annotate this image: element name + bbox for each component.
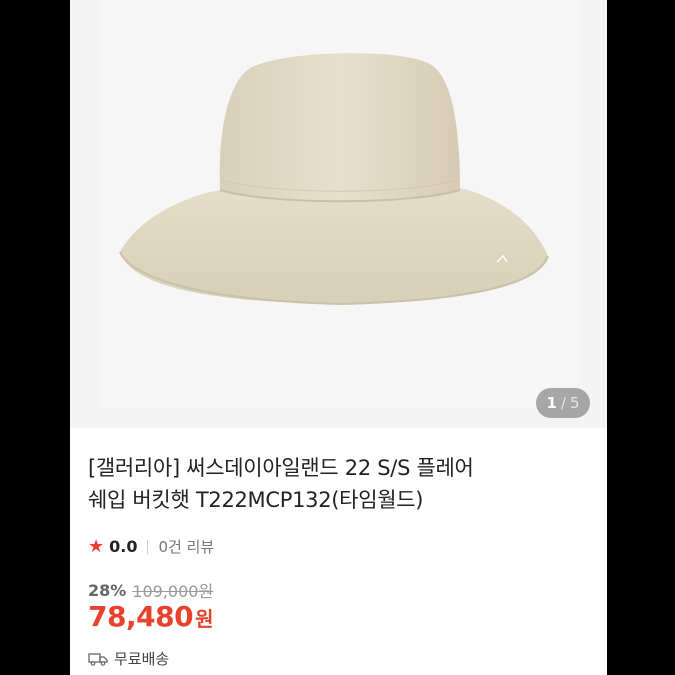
price-currency: 원 bbox=[195, 607, 214, 631]
product-image-carousel[interactable]: 1 / 5 bbox=[70, 0, 607, 428]
bucket-hat-image bbox=[119, 53, 549, 306]
rating-divider bbox=[147, 539, 149, 554]
image-page-counter: 1 / 5 bbox=[536, 388, 590, 418]
product-title-line2: 쉐입 버킷햇 T222MCP132(타임월드) bbox=[88, 488, 424, 512]
sale-price-row: 78,480 원 bbox=[88, 600, 213, 633]
star-icon: ★ bbox=[88, 536, 105, 557]
product-title-line1: [갤러리아] 써스데이아일랜드 22 S/S 플레어 bbox=[88, 456, 474, 480]
discount-row: 28% 109,000원 bbox=[88, 578, 213, 602]
review-count-link[interactable]: 0건 리뷰 bbox=[158, 536, 214, 557]
image-total-count: 5 bbox=[569, 394, 580, 412]
original-price: 109,000원 bbox=[132, 582, 214, 601]
product-card: 1 / 5 [갤러리아] 써스데이아일랜드 22 S/S 플레어 쉐입 버킷햇 … bbox=[70, 0, 607, 675]
rating-row[interactable]: ★ 0.0 0건 리뷰 bbox=[88, 536, 214, 557]
image-current-index: 1 bbox=[546, 394, 557, 412]
product-title[interactable]: [갤러리아] 써스데이아일랜드 22 S/S 플레어 쉐입 버킷햇 T222MC… bbox=[88, 452, 588, 516]
sale-price: 78,480 bbox=[88, 600, 194, 633]
shipping-info: 무료배송 bbox=[88, 648, 169, 669]
discount-rate: 28% bbox=[88, 580, 127, 600]
truck-icon bbox=[88, 652, 108, 666]
image-counter-separator: / bbox=[560, 394, 566, 412]
rating-value: 0.0 bbox=[109, 537, 138, 556]
shipping-label: 무료배송 bbox=[114, 650, 170, 668]
